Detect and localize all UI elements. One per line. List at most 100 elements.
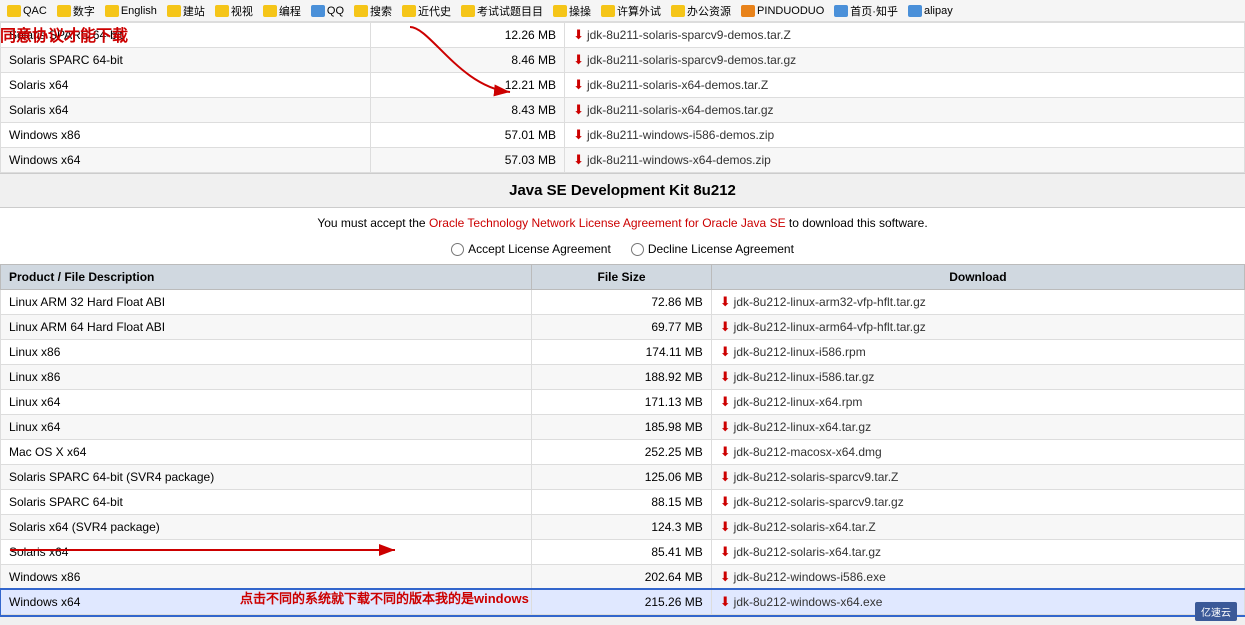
download-cell[interactable]: ⬇ jdk-8u211-solaris-x64-demos.tar.gz [565,98,1245,123]
table-row[interactable]: Solaris x64 85.41 MB ⬇jdk-8u212-solaris-… [1,540,1245,565]
download-link[interactable]: ⬇ jdk-8u211-windows-x64-demos.zip [573,152,1236,168]
size-cell: 252.25 MB [532,440,711,465]
download-link[interactable]: ⬇jdk-8u212-windows-i586.exe [720,569,1236,585]
bookmark-english[interactable]: English [102,4,160,18]
table-row[interactable]: Mac OS X x64 252.25 MB ⬇jdk-8u212-macosx… [1,440,1245,465]
table-row[interactable]: Solaris x64 8.43 MB ⬇ jdk-8u211-solaris-… [1,98,1245,123]
download-link[interactable]: ⬇jdk-8u212-linux-arm32-vfp-hflt.tar.gz [720,294,1236,310]
download-link[interactable]: ⬇jdk-8u212-windows-x64.exe [720,594,1236,610]
section1-radio-accept-label[interactable]: Accept License Agreement [451,242,611,256]
table-row[interactable]: Solaris SPARC 64-bit 12.26 MB ⬇ jdk-8u21… [1,23,1245,48]
table-row[interactable]: Linux x64 171.13 MB ⬇jdk-8u212-linux-x64… [1,390,1245,415]
bookmark-zhihu[interactable]: 首页·知乎 [831,2,901,20]
download-link[interactable]: ⬇jdk-8u212-solaris-x64.tar.gz [720,544,1236,560]
table-row[interactable]: Solaris SPARC 64-bit 88.15 MB ⬇jdk-8u212… [1,490,1245,515]
table-row[interactable]: Windows x64 57.03 MB ⬇ jdk-8u211-windows… [1,148,1245,173]
bookmark-caocao[interactable]: 操操 [550,2,594,20]
table-row[interactable]: Linux x86 188.92 MB ⬇jdk-8u212-linux-i58… [1,365,1245,390]
download-link[interactable]: ⬇jdk-8u212-solaris-x64.tar.Z [720,519,1236,535]
download-link[interactable]: ⬇jdk-8u212-linux-i586.rpm [720,344,1236,360]
bookmark-office[interactable]: 办公资源 [668,2,734,20]
download-cell[interactable]: ⬇jdk-8u212-windows-x64.exe [711,590,1244,615]
table-row[interactable]: Linux ARM 32 Hard Float ABI 72.86 MB ⬇jd… [1,290,1245,315]
file-name: jdk-8u212-linux-arm64-vfp-hflt.tar.gz [734,320,926,334]
platform-cell: Windows x86 [1,123,371,148]
size-cell: 85.41 MB [532,540,711,565]
platform-cell: Windows x64 [1,148,371,173]
platform-cell: Linux x64 [1,415,532,440]
bookmark-search[interactable]: 搜索 [351,2,395,20]
download-cell[interactable]: ⬇jdk-8u212-solaris-sparcv9.tar.Z [711,465,1244,490]
download-link[interactable]: ⬇ jdk-8u211-solaris-sparcv9-demos.tar.Z [573,27,1236,43]
bookmark-biancheng[interactable]: 编程 [260,2,304,20]
download-cell[interactable]: ⬇jdk-8u212-linux-x64.tar.gz [711,415,1244,440]
bookmark-pinduoduo[interactable]: PINDUODUO [738,4,827,18]
download-cell[interactable]: ⬇jdk-8u212-solaris-x64.tar.Z [711,515,1244,540]
table-row[interactable]: Linux ARM 64 Hard Float ABI 69.77 MB ⬇jd… [1,315,1245,340]
download-link[interactable]: ⬇jdk-8u212-linux-i586.tar.gz [720,369,1236,385]
download-icon: ⬇ [573,102,584,118]
download-link[interactable]: ⬇ jdk-8u211-solaris-x64-demos.tar.gz [573,102,1236,118]
download-cell[interactable]: ⬇jdk-8u212-macosx-x64.dmg [711,440,1244,465]
table-row-highlighted[interactable]: Windows x64 215.26 MB ⬇jdk-8u212-windows… [1,590,1245,615]
table-row[interactable]: Windows x86 57.01 MB ⬇ jdk-8u211-windows… [1,123,1245,148]
download-cell[interactable]: ⬇jdk-8u212-linux-arm32-vfp-hflt.tar.gz [711,290,1244,315]
download-cell[interactable]: ⬇jdk-8u212-linux-i586.tar.gz [711,365,1244,390]
download-link[interactable]: ⬇ jdk-8u211-windows-i586-demos.zip [573,127,1236,143]
download-link[interactable]: ⬇jdk-8u212-macosx-x64.dmg [720,444,1236,460]
table-row[interactable]: Linux x64 185.98 MB ⬇jdk-8u212-linux-x64… [1,415,1245,440]
download-cell[interactable]: ⬇jdk-8u212-linux-x64.rpm [711,390,1244,415]
download-cell[interactable]: ⬇ jdk-8u211-windows-x64-demos.zip [565,148,1245,173]
download-cell[interactable]: ⬇jdk-8u212-windows-i586.exe [711,565,1244,590]
download-icon: ⬇ [720,594,731,610]
bookmark-icon-shishi [215,5,229,17]
section1-radio-decline[interactable] [631,243,644,256]
download-link[interactable]: ⬇ jdk-8u211-solaris-x64-demos.tar.Z [573,77,1236,93]
download-cell[interactable]: ⬇jdk-8u212-solaris-x64.tar.gz [711,540,1244,565]
download-cell[interactable]: ⬇ jdk-8u211-windows-i586-demos.zip [565,123,1245,148]
download-link[interactable]: ⬇jdk-8u212-linux-x64.rpm [720,394,1236,410]
download-cell[interactable]: ⬇ jdk-8u211-solaris-sparcv9-demos.tar.Z [565,23,1245,48]
download-cell[interactable]: ⬇jdk-8u212-linux-arm64-vfp-hflt.tar.gz [711,315,1244,340]
table-row[interactable]: Linux x86 174.11 MB ⬇jdk-8u212-linux-i58… [1,340,1245,365]
download-cell[interactable]: ⬇jdk-8u212-solaris-sparcv9.tar.gz [711,490,1244,515]
bookmark-alipay[interactable]: alipay [905,4,956,18]
download-icon: ⬇ [573,77,584,93]
bookmark-digit[interactable]: 数字 [54,2,98,20]
page-wrapper[interactable]: Solaris SPARC 64-bit 12.26 MB ⬇ jdk-8u21… [0,22,1245,625]
bookmark-comptest[interactable]: 许算外试 [598,2,664,20]
platform-cell: Mac OS X x64 [1,440,532,465]
size-cell: 8.43 MB [371,98,565,123]
download-link[interactable]: ⬇jdk-8u212-linux-x64.tar.gz [720,419,1236,435]
file-name: jdk-8u212-linux-arm32-vfp-hflt.tar.gz [734,295,926,309]
table-row[interactable]: Solaris SPARC 64-bit (SVR4 package) 125.… [1,465,1245,490]
download-cell[interactable]: ⬇ jdk-8u211-solaris-x64-demos.tar.Z [565,73,1245,98]
section1-license-link[interactable]: Oracle Technology Network License Agreem… [429,216,786,230]
bookmark-icon-qq [311,5,325,17]
table-row[interactable]: Solaris SPARC 64-bit 8.46 MB ⬇ jdk-8u211… [1,48,1245,73]
download-icon: ⬇ [573,27,584,43]
bookmark-qq[interactable]: QQ [308,4,347,18]
file-name: jdk-8u212-solaris-x64.tar.Z [734,520,876,534]
size-cell: 174.11 MB [532,340,711,365]
table-row[interactable]: Solaris x64 (SVR4 package) 124.3 MB ⬇jdk… [1,515,1245,540]
bookmark-exam[interactable]: 考试试题目目 [458,2,546,20]
download-link[interactable]: ⬇jdk-8u212-solaris-sparcv9.tar.gz [720,494,1236,510]
download-link[interactable]: ⬇jdk-8u212-solaris-sparcv9.tar.Z [720,469,1236,485]
download-cell[interactable]: ⬇jdk-8u212-linux-i586.rpm [711,340,1244,365]
download-link[interactable]: ⬇jdk-8u212-linux-arm64-vfp-hflt.tar.gz [720,319,1236,335]
download-cell[interactable]: ⬇ jdk-8u211-solaris-sparcv9-demos.tar.gz [565,48,1245,73]
platform-cell: Solaris SPARC 64-bit [1,48,371,73]
size-cell: 8.46 MB [371,48,565,73]
bookmark-history[interactable]: 近代史 [399,2,454,20]
bookmark-shishi[interactable]: 视视 [212,2,256,20]
table-row[interactable]: Solaris x64 12.21 MB ⬇ jdk-8u211-solaris… [1,73,1245,98]
platform-cell: Solaris x64 [1,98,371,123]
section1-radio-accept[interactable] [451,243,464,256]
section1-radio-decline-label[interactable]: Decline License Agreement [631,242,794,256]
table-row[interactable]: Windows x86 202.64 MB ⬇jdk-8u212-windows… [1,565,1245,590]
download-link[interactable]: ⬇ jdk-8u211-solaris-sparcv9-demos.tar.gz [573,52,1236,68]
bookmark-qac[interactable]: QAC [4,4,50,18]
bookmark-icon-zhihu [834,5,848,17]
bookmark-jianzhan[interactable]: 建站 [164,2,208,20]
